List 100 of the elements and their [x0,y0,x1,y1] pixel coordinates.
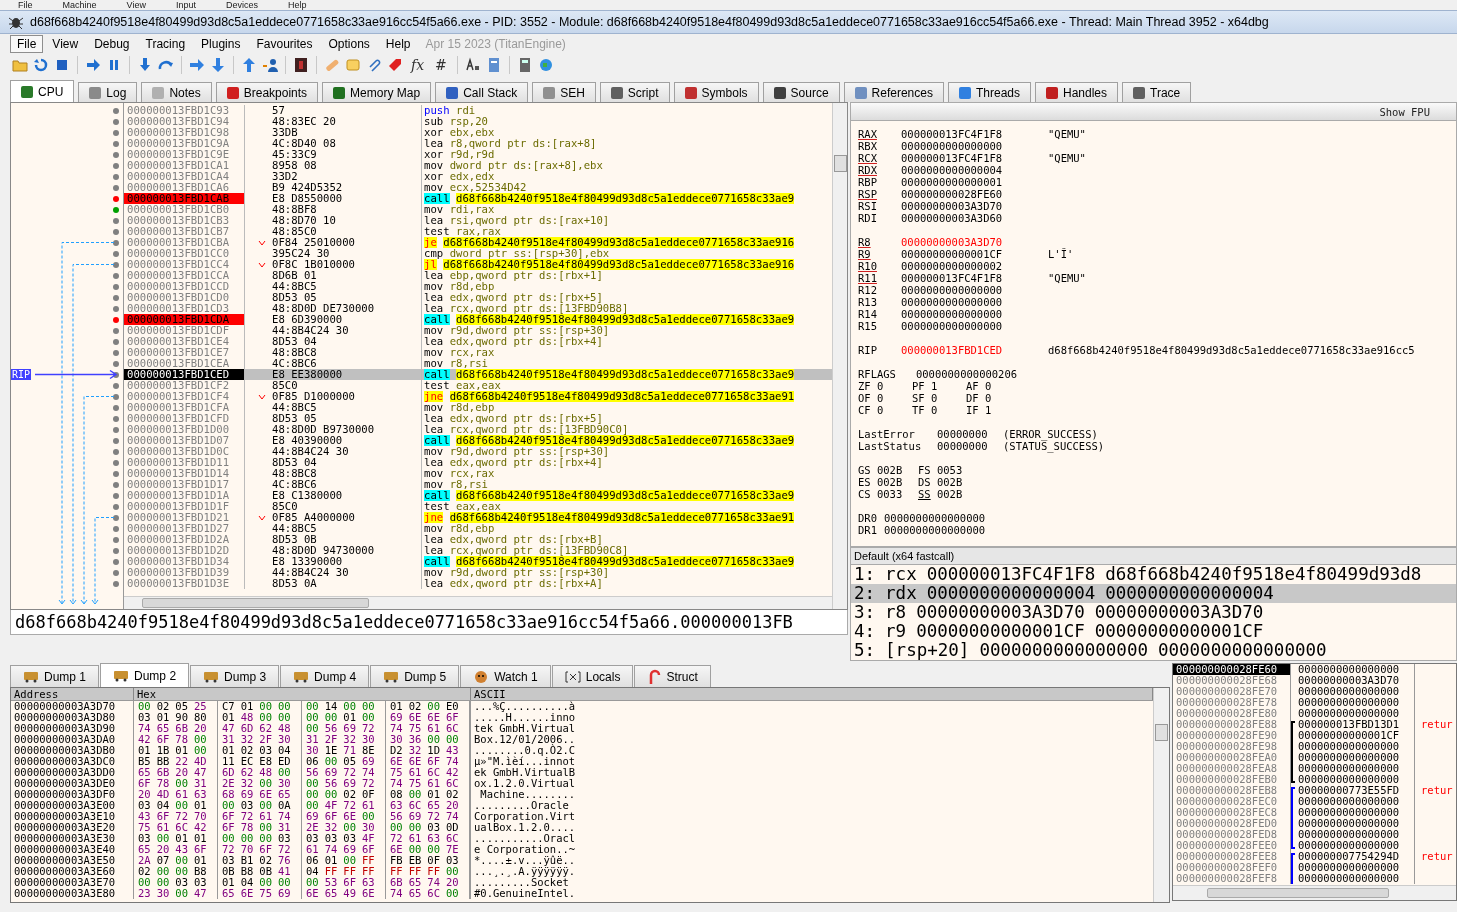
breakpoint-dot[interactable] [113,294,119,301]
dump-tab[interactable]: Dump 3 [190,665,280,687]
tab[interactable]: Threads [947,82,1031,102]
host-menu-item[interactable]: File [18,0,33,10]
stop-icon[interactable] [54,57,70,73]
tab[interactable]: Script [599,82,670,102]
breakpoint-dot[interactable] [113,217,119,224]
flag-value[interactable]: DF 0 [966,392,1020,404]
flag-value[interactable]: SF 0 [912,392,966,404]
stack-address[interactable]: 000000000028FE98 [1173,741,1291,752]
register-value[interactable]: 00000000003A3D70 [901,236,1048,248]
flag-value[interactable]: CF 0 [858,404,912,416]
register-value[interactable]: 0000000000000000 [901,296,1048,308]
breakpoint-dot[interactable] [113,492,119,499]
breakpoint-dot[interactable] [113,327,119,334]
breakpoint-dot[interactable] [113,371,119,378]
disassembly-row[interactable]: 000000013FBD1D00 48:8D0D B9730000 lea rcx,qword ptr ds:[13FBD90C0] [124,424,832,435]
step-into-icon[interactable] [137,57,153,73]
disassembly-row[interactable]: 000000013FBD1D1F 85C0 test eax,eax [124,501,832,512]
disassembly-row[interactable]: 000000013FBD1D11 8D53 04 lea edx,qword ptr ds:[rbx+4] [124,457,832,468]
tag-icon[interactable] [387,57,403,73]
register-value[interactable]: 000000013FBD1CED [901,344,1048,356]
register-value[interactable]: 0000000000000001 [901,176,1048,188]
breakpoint-dot[interactable] [113,338,119,345]
stack-address[interactable]: 000000000028FE78 [1173,697,1291,708]
register-value[interactable]: 00000000000001CF [901,248,1048,260]
disassembly-row[interactable]: 000000013FBD1CCA 8D6B 01 lea ebp,qword ptr ds:[rbx+1] [124,270,832,281]
folder-icon[interactable] [12,57,28,73]
tab[interactable]: Notes [141,82,212,102]
menu-item[interactable]: Tracing [138,34,193,53]
breakpoint-dot[interactable] [113,195,119,202]
tab[interactable]: Handles [1035,82,1118,102]
down-arrow-icon[interactable] [210,57,226,73]
disassembly-row[interactable]: 000000013FBD1D0C 44:8B4C24 30 mov r9d,dword ptr ss:[rsp+30] [124,446,832,457]
tab[interactable]: Memory Map [322,82,432,102]
disassembly-row[interactable]: 000000013FBD1C93 57 push rdi [124,105,832,116]
tab[interactable]: Source [762,82,840,102]
stack-address[interactable]: 000000000028FE90 [1173,730,1291,741]
breakpoint-dot[interactable] [113,404,119,411]
column-header[interactable]: Hex [134,688,471,700]
stack-address[interactable]: 000000000028FE80 [1173,708,1291,719]
script-icon[interactable] [293,57,309,73]
breakpoint-dot[interactable] [113,228,119,235]
host-menu-item[interactable]: Devices [225,0,258,10]
text-size-icon[interactable] [464,57,481,73]
breakpoint-dot[interactable] [113,437,119,444]
breakpoint-dot[interactable] [113,393,119,400]
flag-value[interactable]: ZF 0 [858,380,912,392]
breakpoint-dot[interactable] [113,140,119,147]
host-menu-item[interactable]: View [126,0,146,10]
tab[interactable]: CPU [10,80,75,102]
disassembly-row[interactable]: 000000013FBD1D1A E8 C1380000 call d68f668b4240f9518e4f80499d93d8c5a1eddece0771658c33ae9 [124,490,832,501]
toolbar-glyph-button[interactable]: fx [408,57,428,73]
disassembly-row[interactable]: 000000013FBD1CB7 48:85C0 test rax,rax [124,226,832,237]
disassembly-row[interactable]: 000000013FBD1CA1 8958 08 mov dword ptr ds:[rax+8],ebx [124,160,832,171]
breakpoint-dot[interactable] [113,360,119,367]
stack-address[interactable]: 000000000028FED8 [1173,829,1291,840]
disassembly-row[interactable]: 000000013FBD1C9A 4C:8D40 08 lea r8,qword ptr ds:[rax+8] [124,138,832,149]
dump-tab[interactable]: Watch 1 [460,665,551,687]
register-value[interactable]: 0000000000000002 [901,260,1048,272]
breakpoint-dot[interactable] [113,118,119,125]
tab[interactable]: Log [78,82,138,102]
register-value[interactable]: 000000013FC4F1F8 [901,272,1048,284]
breakpoint-dot[interactable] [113,107,119,114]
disassembly-row[interactable]: 000000013FBD1CCD 44:8BC5 mov r8d,ebp [124,281,832,292]
horizontal-scrollbar[interactable] [1173,885,1456,900]
stack-address[interactable]: 000000000028FEA0 [1173,752,1291,763]
breakpoint-dot[interactable] [113,481,119,488]
toolbar-glyph-button[interactable]: # [432,57,450,73]
disassembly-row[interactable]: 000000013FBD1C94 48:83EC 20 sub rsp,20 [124,116,832,127]
stack-address[interactable]: 000000000028FEE0 [1173,840,1291,851]
flag-value[interactable]: IF 1 [966,404,1020,416]
disassembly-row[interactable]: 000000013FBD1D07 E8 40390000 call d68f668b4240f9518e4f80499d93d8c5a1eddece0771658c33ae9 [124,435,832,446]
disassembly-row[interactable]: 000000013FBD1CBA 0F84 25010000 je d68f668b4240f9518e4f80499d93d8c5a1eddece0771658c33ae916 [124,237,832,248]
breakpoint-dot[interactable] [113,349,119,356]
breakpoint-dot[interactable] [113,503,119,510]
stack-address[interactable]: 000000000028FEF8 [1173,873,1291,884]
disassembly-row[interactable]: 000000013FBD1D27 44:8BC5 mov r8d,ebp [124,523,832,534]
column-header[interactable]: Address [11,688,134,700]
horizontal-scrollbar[interactable] [124,596,832,609]
disassembly-row[interactable]: 000000013FBD1D17 4C:8BC6 mov r8,rsi [124,479,832,490]
register-value[interactable]: 000000013FC4F1F8 [901,128,1048,140]
disassembly-row[interactable]: 000000013FBD1CFD 8D53 05 lea edx,qword ptr ds:[rbx+5] [124,413,832,424]
argument-row[interactable]: 4: r9 00000000000001CF 00000000000001CF [851,622,1456,641]
tab[interactable]: References [843,82,944,102]
register-value[interactable]: 0000000000000000 [901,320,1048,332]
breakpoint-dot[interactable] [113,162,119,169]
disassembly-row[interactable]: 000000013FBD1D2D 48:8D0D 94730000 lea rcx,qword ptr ds:[13FBD90C8] [124,545,832,556]
breakpoint-dot[interactable] [113,129,119,136]
breakpoint-dot[interactable] [113,239,119,246]
disassembly-row[interactable]: 000000013FBD1D21 0F85 A4000000 jne d68f668b4240f9518e4f80499d93d8c5a1eddece0771658c33ae91 [124,512,832,523]
menu-item[interactable]: Debug [87,34,137,53]
stack-address[interactable]: 000000000028FEC8 [1173,807,1291,818]
breakpoint-dot[interactable] [113,173,119,180]
disassembly-row[interactable]: 000000013FBD1C9E 45:33C9 xor r9d,r9d [124,149,832,160]
menu-item[interactable]: Plugins [194,34,248,53]
stack-address[interactable]: 000000000028FEA8 [1173,763,1291,774]
breakpoint-dot[interactable] [113,514,119,521]
breakpoint-dot[interactable] [113,470,119,477]
breakpoint-dot[interactable] [113,426,119,433]
